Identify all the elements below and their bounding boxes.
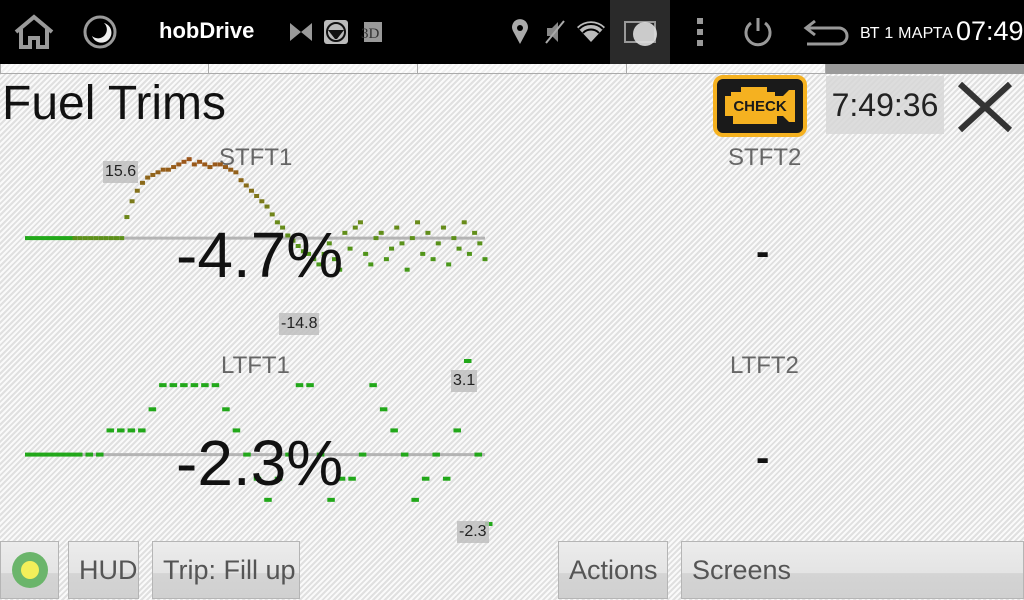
ltft1-data-point xyxy=(85,452,94,457)
ltft1-data-point xyxy=(348,476,356,481)
ltft2-label: LTFT2 xyxy=(730,352,799,379)
status-dot-icon xyxy=(11,552,48,588)
check-engine-button[interactable]: CHECK xyxy=(713,75,807,137)
power-icon[interactable] xyxy=(740,12,776,52)
ltft1-max-label: 3.1 xyxy=(451,370,478,392)
ltft1-data-point xyxy=(138,428,146,433)
check-engine-icon: CHECK xyxy=(725,87,795,124)
status-date: ВТ 1 МАРТА xyxy=(860,25,954,42)
ltft1-data-point xyxy=(180,383,188,388)
ltft1-data-point xyxy=(358,452,367,457)
ltft1-data-point xyxy=(190,383,199,388)
status-bar: hobDrive 3D ВТ 1 МАРТА 07:49 xyxy=(0,0,1024,64)
ltft1-value: -2.3% xyxy=(176,427,344,499)
ltft1-data-point xyxy=(442,476,451,481)
ltft1-data-point xyxy=(369,383,377,388)
ltft1-data-point xyxy=(75,452,83,457)
night-mode-icon[interactable] xyxy=(80,12,120,52)
hud-button[interactable]: HUD xyxy=(68,541,139,599)
wifi-icon xyxy=(575,12,607,52)
ltft1-data-point xyxy=(390,428,398,433)
trip-button[interactable]: Trip: Fill up xyxy=(152,541,300,599)
ltft1-data-point xyxy=(222,407,230,412)
svg-text:3D: 3D xyxy=(361,26,380,42)
clock-display: 7:49:36 xyxy=(826,76,944,134)
ltft1-data-point xyxy=(432,452,440,457)
ltft1-data-point xyxy=(211,383,220,388)
ltft1-data-point xyxy=(201,383,209,388)
ltft1-data-point xyxy=(148,407,157,412)
ltft1-data-point xyxy=(96,452,104,457)
ltft1-data-point xyxy=(106,428,115,433)
ltft1-data-point xyxy=(411,497,419,502)
ltft1-data-point xyxy=(306,383,314,388)
back-icon[interactable] xyxy=(802,12,850,52)
home-icon[interactable] xyxy=(10,12,58,52)
overflow-menu-icon[interactable] xyxy=(690,12,710,52)
ltft1-data-point xyxy=(117,428,125,433)
ltft1-data-point xyxy=(295,383,304,388)
status-indicator-button[interactable] xyxy=(0,541,59,599)
screen-tab-strip-remainder xyxy=(826,64,1024,74)
ltft1-data-point xyxy=(474,452,482,457)
status-time: 07:49 xyxy=(956,16,1024,46)
ltft1-data-point xyxy=(127,428,136,433)
mute-icon xyxy=(542,12,568,52)
steering-wheel-icon xyxy=(323,12,349,52)
ltft1-data-point xyxy=(421,476,430,481)
close-button[interactable] xyxy=(954,78,1016,136)
app-title: hobDrive xyxy=(159,18,255,43)
3d-app-icon: 3D xyxy=(360,12,382,52)
stft2-value: - xyxy=(756,230,770,274)
ltft1-data-point xyxy=(453,428,461,433)
ltft1-data-point xyxy=(379,407,388,412)
screens-button[interactable]: Screens xyxy=(681,541,1024,599)
ltft2-value: - xyxy=(756,436,770,480)
dashboard-content: Fuel Trims CHECK 7:49:36 STFT1 15.6 -14.… xyxy=(0,64,1024,600)
actions-button[interactable]: Actions xyxy=(558,541,668,599)
ltft1-current-marker xyxy=(25,452,75,457)
stft2-label: STFT2 xyxy=(728,144,802,171)
screenshot-camera-icon[interactable] xyxy=(622,12,662,52)
ltft1-data-point xyxy=(400,452,409,457)
check-engine-label: CHECK xyxy=(733,98,787,115)
close-icon xyxy=(957,81,1013,133)
ltft1-data-point xyxy=(159,383,167,388)
ltft1-data-point xyxy=(169,383,178,388)
ltft1-min-label: -2.3 xyxy=(457,521,489,543)
location-pin-icon xyxy=(508,12,532,52)
screen-tab-4[interactable] xyxy=(626,64,826,74)
bowtie-app-icon xyxy=(288,12,314,52)
ltft1-data-point xyxy=(463,359,472,363)
